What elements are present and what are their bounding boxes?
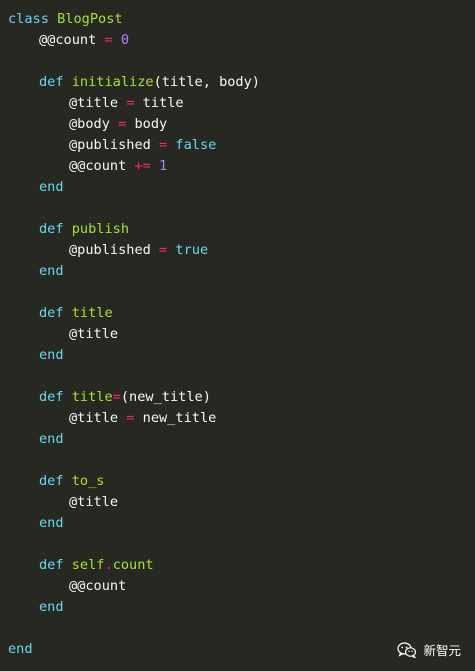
- code-line: def to_s: [8, 471, 260, 492]
- method-receiver: self: [71, 557, 105, 573]
- keyword: end: [39, 263, 64, 279]
- code-line: end: [8, 639, 260, 660]
- keyword: def: [39, 305, 64, 321]
- class-name: BlogPost: [57, 11, 123, 27]
- operator: =: [159, 242, 168, 258]
- operator: =: [112, 389, 121, 405]
- code-line: end: [8, 597, 260, 618]
- instance-variable: @body: [69, 116, 110, 132]
- code-line: @title: [8, 492, 260, 513]
- instance-variable: @published: [69, 137, 151, 153]
- operator: .: [104, 557, 113, 573]
- keyword: end: [39, 431, 64, 447]
- boolean-literal: false: [175, 137, 217, 153]
- code-line: end: [8, 345, 260, 366]
- keyword: end: [39, 515, 64, 531]
- boolean-literal: true: [175, 242, 209, 258]
- operator: =: [159, 137, 168, 153]
- code-line: @title: [8, 324, 260, 345]
- code-line: end: [8, 177, 260, 198]
- number-literal: 0: [120, 32, 130, 48]
- code-line: @@count += 1: [8, 156, 260, 177]
- keyword: end: [8, 641, 33, 657]
- instance-variable: @title: [69, 494, 119, 510]
- code-block: class BlogPost @@count = 0 def initializ…: [8, 9, 260, 660]
- keyword: end: [39, 179, 64, 195]
- keyword: end: [39, 347, 64, 363]
- watermark: 新智元: [397, 640, 461, 659]
- keyword: def: [39, 221, 64, 237]
- code-line: @body = body: [8, 114, 260, 135]
- class-variable: @@count: [69, 158, 127, 174]
- operator: =: [126, 95, 135, 111]
- code-line: def publish: [8, 219, 260, 240]
- identifier: new_title: [142, 410, 217, 426]
- instance-variable: @title: [69, 410, 119, 426]
- code-line: end: [8, 513, 260, 534]
- identifier: body: [134, 116, 168, 132]
- code-line: @published = false: [8, 135, 260, 156]
- instance-variable: @published: [69, 242, 151, 258]
- operator: =: [126, 410, 135, 426]
- method-params: (new_title): [120, 389, 211, 405]
- method-name: title: [71, 305, 113, 321]
- keyword: def: [39, 557, 64, 573]
- keyword: def: [39, 389, 64, 405]
- method-name: publish: [71, 221, 130, 237]
- class-variable: @@count: [69, 578, 127, 594]
- watermark-text: 新智元: [423, 643, 461, 658]
- code-line: @title = new_title: [8, 408, 260, 429]
- class-variable: @@count: [39, 32, 97, 48]
- wechat-icon: [397, 641, 418, 659]
- code-editor: class BlogPost @@count = 0 def initializ…: [0, 0, 475, 671]
- number-literal: 1: [159, 158, 168, 174]
- keyword: class: [8, 11, 49, 27]
- code-line: @published = true: [8, 240, 260, 261]
- instance-variable: @title: [69, 95, 119, 111]
- code-line: def title: [8, 303, 260, 324]
- code-line: def title=(new_title): [8, 387, 260, 408]
- method-params: (title, body): [153, 74, 260, 90]
- operator: =: [118, 116, 127, 132]
- method-name: count: [112, 557, 154, 573]
- code-line: @@count: [8, 576, 260, 597]
- code-line: @title = title: [8, 93, 260, 114]
- identifier: title: [142, 95, 184, 111]
- code-line: def self.count: [8, 555, 260, 576]
- keyword: def: [39, 74, 64, 90]
- code-line: def initialize(title, body): [8, 72, 260, 93]
- instance-variable: @title: [69, 326, 119, 342]
- keyword: def: [39, 473, 64, 489]
- method-name: title: [71, 389, 113, 405]
- code-line: end: [8, 429, 260, 450]
- method-name: initialize: [71, 74, 154, 90]
- method-name: to_s: [71, 473, 105, 489]
- keyword: end: [39, 599, 64, 615]
- operator: =: [104, 32, 113, 48]
- code-line: end: [8, 261, 260, 282]
- operator: +=: [134, 158, 151, 174]
- code-line: class BlogPost: [8, 9, 260, 30]
- code-line: @@count = 0: [8, 30, 260, 51]
